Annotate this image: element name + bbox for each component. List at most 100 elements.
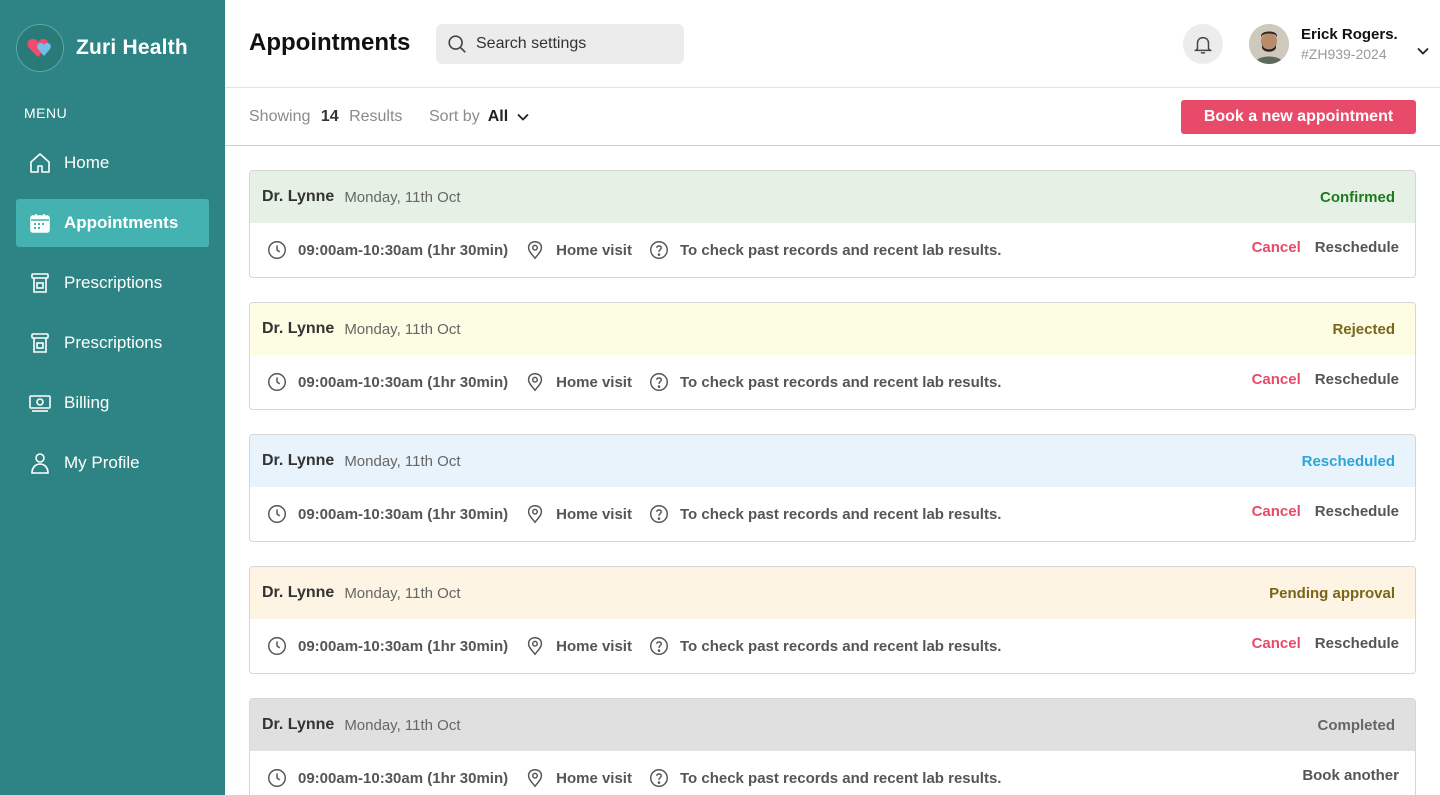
- appointment-card-header: Dr. Lynne Monday, 11th Oct Rejected: [250, 303, 1415, 355]
- bell-icon: [1193, 36, 1213, 54]
- cancel-link[interactable]: Cancel: [1252, 371, 1301, 388]
- appointment-date: Monday, 11th Oct: [344, 452, 461, 470]
- appointment-time: 09:00am-10:30am (1hr 30min): [298, 241, 509, 259]
- sidebar-item-label: Appointments: [64, 213, 179, 232]
- sort-value: All: [487, 108, 509, 125]
- sidebar: Zuri Health MENU Home Appointments Presc…: [0, 0, 225, 795]
- results-label: Results: [349, 108, 403, 125]
- question-circle-icon: [649, 637, 668, 655]
- sidebar-item-label: My Profile: [64, 453, 140, 472]
- status-badge: Rescheduled: [1301, 452, 1395, 470]
- home-icon: [30, 153, 50, 173]
- appointment-location: Home visit: [556, 241, 632, 259]
- appointment-card-body: 09:00am-10:30am (1hr 30min) Home visit T…: [250, 619, 1415, 673]
- user-menu[interactable]: Erick Rogers. #ZH939-2024: [1249, 24, 1430, 64]
- sort-label: Sort by: [429, 108, 480, 125]
- clock-icon: [268, 241, 286, 259]
- brand[interactable]: Zuri Health: [16, 24, 188, 72]
- search-input[interactable]: [476, 35, 666, 53]
- appointment-card-header: Dr. Lynne Monday, 11th Oct Pending appro…: [250, 567, 1415, 619]
- appointment-reason: To check past records and recent lab res…: [679, 769, 1002, 787]
- reschedule-link[interactable]: Reschedule: [1315, 239, 1399, 256]
- appointment-date: Monday, 11th Oct: [344, 320, 461, 338]
- appointment-list: Dr. Lynne Monday, 11th Oct Confirmed 09:…: [249, 170, 1416, 795]
- user-name: Erick Rogers.: [1301, 26, 1398, 43]
- appointment-card-body: 09:00am-10:30am (1hr 30min) Home visit T…: [250, 751, 1415, 795]
- status-badge: Rejected: [1332, 320, 1395, 338]
- pill-bottle-icon: [31, 333, 49, 353]
- appointment-time: 09:00am-10:30am (1hr 30min): [298, 637, 509, 655]
- reschedule-link[interactable]: Reschedule: [1315, 635, 1399, 652]
- chevron-down-icon: [517, 113, 529, 121]
- appointment-location: Home visit: [556, 637, 632, 655]
- avatar: [1249, 24, 1289, 64]
- appointment-date: Monday, 11th Oct: [344, 188, 461, 206]
- cancel-link[interactable]: Cancel: [1252, 239, 1301, 256]
- location-pin-icon: [527, 373, 543, 392]
- status-badge: Pending approval: [1269, 584, 1395, 602]
- chevron-down-icon[interactable]: [1416, 44, 1430, 58]
- results-count: 14: [320, 108, 339, 125]
- filter-bar: Showing 14 Results Sort by All Book a ne…: [225, 88, 1440, 146]
- brand-name: Zuri Health: [76, 36, 188, 59]
- question-circle-icon: [649, 769, 668, 787]
- sidebar-item-billing[interactable]: Billing: [16, 379, 209, 427]
- appointment-location: Home visit: [556, 373, 632, 391]
- clock-icon: [268, 769, 286, 787]
- reschedule-link[interactable]: Reschedule: [1315, 503, 1399, 520]
- sidebar-item-label: Prescriptions: [64, 273, 163, 292]
- search-box[interactable]: [436, 24, 684, 64]
- appointment-card: Dr. Lynne Monday, 11th Oct Pending appro…: [249, 566, 1416, 674]
- appointment-time: 09:00am-10:30am (1hr 30min): [298, 769, 509, 787]
- user-icon: [31, 453, 49, 474]
- appointment-time: 09:00am-10:30am (1hr 30min): [298, 505, 509, 523]
- doctor-name: Dr. Lynne: [262, 716, 335, 733]
- sidebar-item-home[interactable]: Home: [16, 139, 209, 187]
- notifications-button[interactable]: [1183, 24, 1223, 64]
- clock-icon: [268, 637, 286, 655]
- sidebar-item-appointments[interactable]: Appointments: [16, 199, 209, 247]
- question-circle-icon: [649, 373, 668, 391]
- doctor-name: Dr. Lynne: [262, 188, 335, 205]
- appointment-reason: To check past records and recent lab res…: [679, 637, 1002, 655]
- question-circle-icon: [649, 505, 668, 523]
- pill-bottle-icon: [31, 273, 49, 293]
- calendar-icon: [30, 214, 50, 233]
- status-badge: Confirmed: [1320, 188, 1395, 206]
- appointment-card: Dr. Lynne Monday, 11th Oct Rescheduled 0…: [249, 434, 1416, 542]
- appointment-date: Monday, 11th Oct: [344, 716, 461, 734]
- book-another-link[interactable]: Book another: [1302, 767, 1399, 784]
- appointment-location: Home visit: [556, 769, 632, 787]
- sidebar-item-prescriptions-2[interactable]: Prescriptions: [16, 319, 209, 367]
- appointment-card: Dr. Lynne Monday, 11th Oct Confirmed 09:…: [249, 170, 1416, 278]
- appointment-card-body: 09:00am-10:30am (1hr 30min) Home visit T…: [250, 355, 1415, 409]
- appointment-card: Dr. Lynne Monday, 11th Oct Rejected 09:0…: [249, 302, 1416, 410]
- doctor-name: Dr. Lynne: [262, 320, 335, 337]
- book-appointment-button[interactable]: Book a new appointment: [1181, 100, 1416, 134]
- location-pin-icon: [527, 769, 543, 788]
- location-pin-icon: [527, 637, 543, 656]
- appointment-card-header: Dr. Lynne Monday, 11th Oct Completed: [250, 699, 1415, 751]
- user-id: #ZH939-2024: [1301, 46, 1387, 62]
- results-summary: Showing 14 Results: [249, 108, 402, 126]
- clock-icon: [268, 373, 286, 391]
- appointment-card-header: Dr. Lynne Monday, 11th Oct Rescheduled: [250, 435, 1415, 487]
- sort-dropdown[interactable]: Sort by All: [429, 108, 530, 126]
- sidebar-item-label: Home: [64, 153, 110, 172]
- search-icon: [448, 35, 466, 53]
- appointment-card-header: Dr. Lynne Monday, 11th Oct Confirmed: [250, 171, 1415, 223]
- sidebar-item-prescriptions[interactable]: Prescriptions: [16, 259, 209, 307]
- heart-logo-icon: [16, 24, 64, 72]
- menu-label: MENU: [24, 105, 68, 121]
- reschedule-link[interactable]: Reschedule: [1315, 371, 1399, 388]
- appointment-time: 09:00am-10:30am (1hr 30min): [298, 373, 509, 391]
- doctor-name: Dr. Lynne: [262, 584, 335, 601]
- showing-label: Showing: [249, 108, 311, 125]
- sidebar-item-my-profile[interactable]: My Profile: [16, 439, 209, 487]
- top-header: Appointments Erick Rogers. #ZH939-2024: [225, 0, 1440, 88]
- page-title: Appointments: [249, 29, 411, 56]
- cancel-link[interactable]: Cancel: [1252, 503, 1301, 520]
- clock-icon: [268, 505, 286, 523]
- cancel-link[interactable]: Cancel: [1252, 635, 1301, 652]
- appointment-date: Monday, 11th Oct: [344, 584, 461, 602]
